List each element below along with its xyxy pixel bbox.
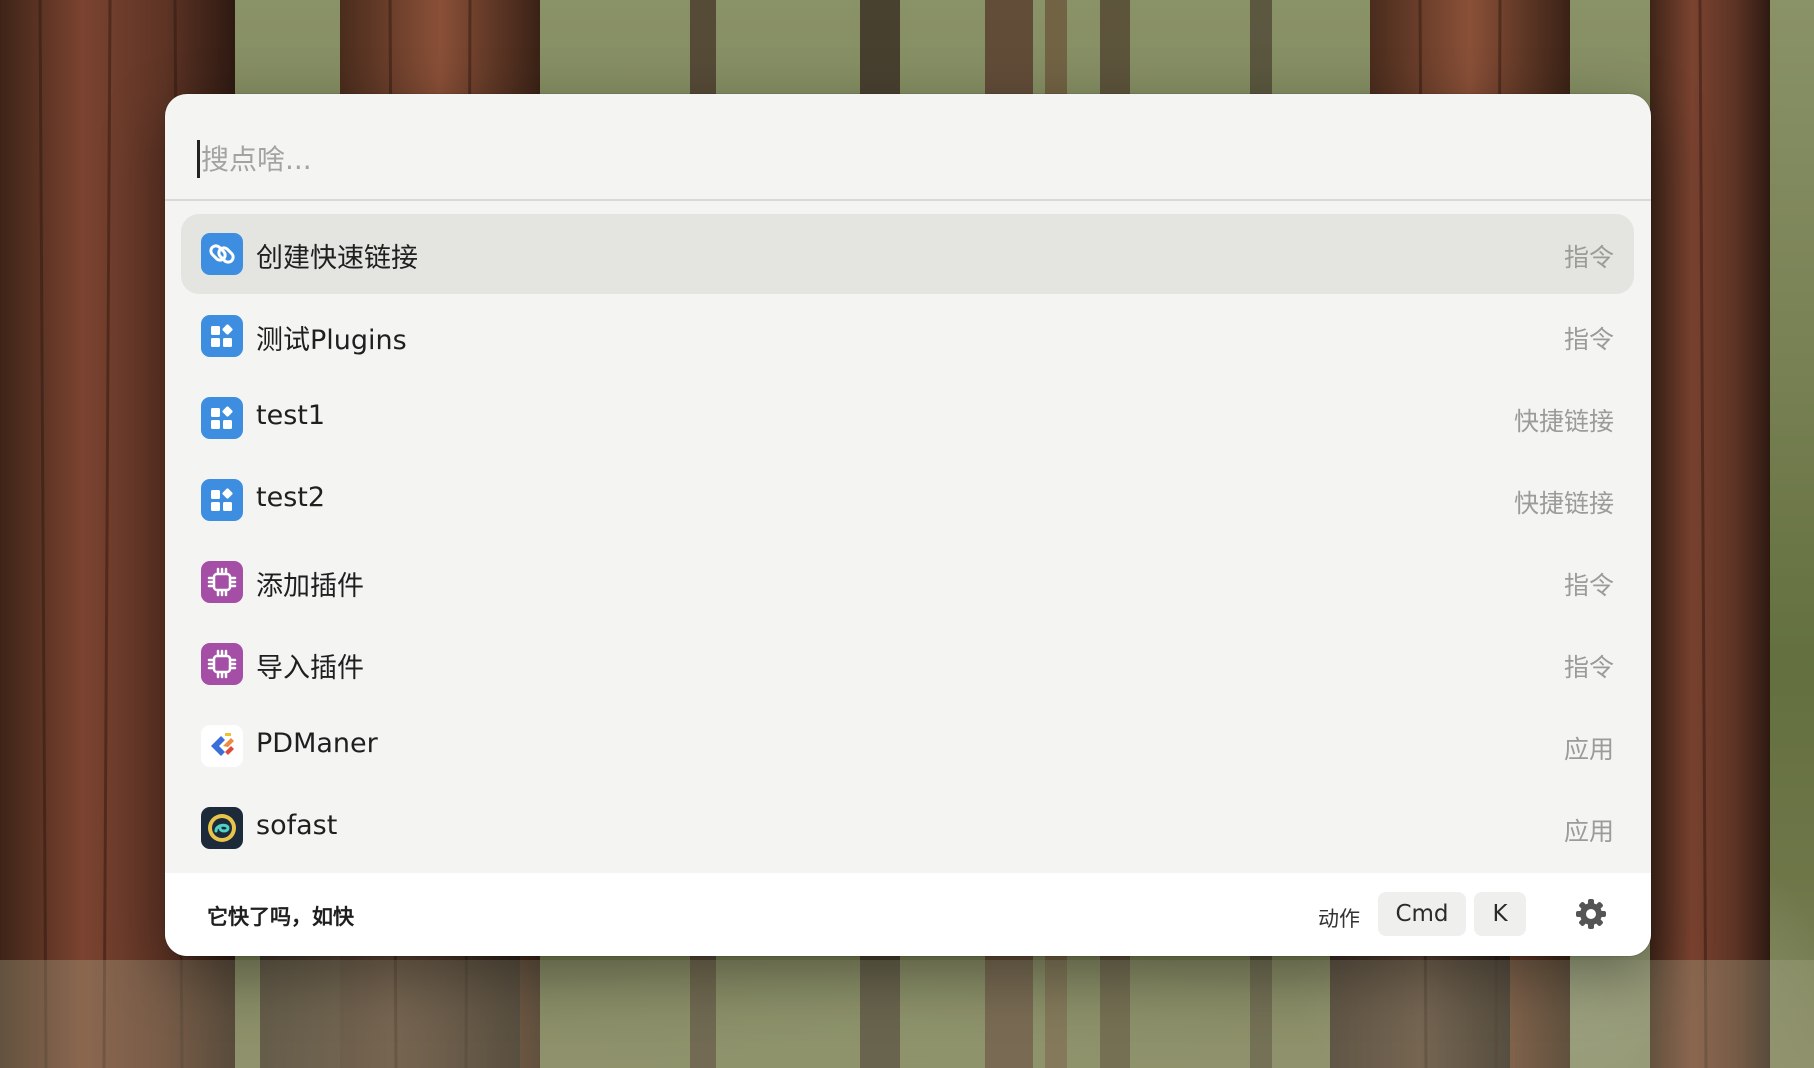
- result-title: 创建快速链接: [256, 243, 418, 274]
- result-kind: 指令: [1563, 243, 1614, 272]
- search-bar: [165, 94, 1651, 201]
- result-kind: 应用: [1563, 817, 1614, 846]
- plugin-grid-icon: [201, 315, 243, 357]
- result-item-create-quicklink[interactable]: 创建快速链接 指令: [181, 214, 1634, 294]
- result-title: 添加插件: [256, 571, 364, 602]
- link-icon: [201, 233, 243, 275]
- result-title: 测试Plugins: [256, 325, 407, 356]
- chip-icon: [201, 561, 243, 603]
- shortcut-key-cmd: Cmd: [1378, 892, 1466, 936]
- gear-icon[interactable]: [1573, 896, 1609, 932]
- results-list: 创建快速链接 指令 测试Plugins 指令 test1 快捷链接 test2 …: [165, 201, 1651, 867]
- plugin-grid-icon: [201, 479, 243, 521]
- result-item-test2[interactable]: test2 快捷链接: [181, 460, 1634, 540]
- result-kind: 指令: [1563, 325, 1614, 354]
- chip-icon: [201, 643, 243, 685]
- result-item-pdmaner[interactable]: PDManer 应用: [181, 706, 1634, 786]
- result-kind: 指令: [1563, 653, 1614, 682]
- search-input[interactable]: [199, 130, 1603, 188]
- actions-label[interactable]: 动作: [1318, 903, 1360, 933]
- result-title: test1: [256, 400, 326, 431]
- footer-bar: 它快了吗，如快 动作 Cmd K: [165, 873, 1651, 956]
- launcher-window: 创建快速链接 指令 测试Plugins 指令: [165, 94, 1651, 956]
- result-item-test1[interactable]: test1 快捷链接: [181, 378, 1634, 458]
- plugin-grid-icon: [201, 397, 243, 439]
- result-item-sofast[interactable]: sofast 应用: [181, 788, 1634, 867]
- pdmaner-app-icon: [201, 725, 243, 767]
- result-title: 导入插件: [256, 653, 364, 684]
- shortcut-key-k: K: [1474, 892, 1526, 936]
- result-kind: 快捷链接: [1513, 489, 1614, 518]
- result-kind: 应用: [1563, 735, 1614, 764]
- result-item-test-plugins[interactable]: 测试Plugins 指令: [181, 296, 1634, 376]
- result-item-add-plugin[interactable]: 添加插件 指令: [181, 542, 1634, 622]
- result-title: sofast: [256, 810, 338, 841]
- result-title: PDManer: [256, 728, 378, 759]
- footer-brand-text: 它快了吗，如快: [207, 905, 354, 929]
- sofast-app-icon: [201, 807, 243, 849]
- result-title: test2: [256, 482, 326, 513]
- result-kind: 快捷链接: [1513, 407, 1614, 436]
- result-item-import-plugin[interactable]: 导入插件 指令: [181, 624, 1634, 704]
- result-kind: 指令: [1563, 571, 1614, 600]
